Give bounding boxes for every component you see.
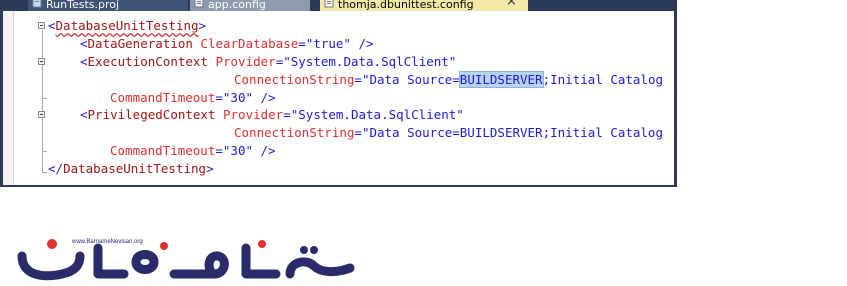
attribute-name: Provider: [223, 107, 284, 122]
close-icon[interactable]: ×: [506, 0, 517, 8]
code-line[interactable]: <PrivilegedContext Provider="System.Data…: [80, 106, 464, 123]
element-name: DatabaseUnitTesting: [63, 161, 207, 176]
logo-dot: [300, 246, 308, 254]
equals: =: [215, 143, 223, 158]
code-line[interactable]: <DatabaseUnitTesting>: [48, 17, 206, 34]
tab-label: app.config: [208, 0, 266, 11]
attribute-value: ;Initial Catalog: [542, 72, 664, 87]
code-line[interactable]: <DataGeneration ClearDatabase="true" />: [80, 35, 374, 52]
bracket: />: [350, 36, 374, 51]
element-name: ExecutionContext: [87, 54, 208, 69]
code-line[interactable]: ConnectionString="Data Source=BUILDSERVE…: [234, 71, 663, 88]
tab-label: thomja.dbunittest.config: [338, 0, 474, 11]
equals: =: [354, 125, 362, 140]
equals: =: [298, 36, 306, 51]
element-name: DatabaseUnitTesting: [55, 18, 199, 33]
selected-text[interactable]: BUILDSERVER: [458, 71, 544, 88]
config-file-icon: [194, 0, 204, 8]
bracket: />: [253, 90, 276, 105]
logo-dot: [310, 246, 318, 254]
attribute-value: "Data Source=: [361, 72, 460, 87]
attribute-value: "30": [222, 143, 253, 158]
fold-end-marker: [42, 98, 47, 99]
equals: =: [283, 107, 291, 122]
logo-dot: [47, 239, 57, 249]
fold-end-marker: [42, 172, 47, 173]
collapse-icon[interactable]: [38, 22, 45, 29]
bracket: />: [253, 143, 276, 158]
tab-thomja-dbunittest-config[interactable]: thomja.dbunittest.config ×: [320, 0, 528, 11]
attribute-name: CommandTimeout: [110, 143, 216, 158]
code-line[interactable]: <ExecutionContext Provider="System.Data.…: [80, 53, 456, 70]
bracket: <: [80, 54, 88, 69]
bracket: <: [80, 107, 88, 122]
bracket: >: [198, 18, 207, 33]
document-tab-strip: RunTests.proj app.config thomja.dbunitte…: [0, 0, 677, 11]
attribute-value: "System.Data.SqlClient": [283, 54, 457, 69]
attribute-name: CommandTimeout: [110, 90, 216, 105]
bracket: <: [48, 18, 56, 33]
editor-window: RunTests.proj app.config thomja.dbunitte…: [0, 0, 677, 187]
attribute-value: "System.Data.SqlClient": [290, 107, 464, 122]
collapse-icon[interactable]: [38, 58, 45, 65]
editor-margin: [3, 11, 14, 185]
collapse-icon[interactable]: [38, 111, 45, 118]
equals: =: [354, 72, 362, 87]
tab-runtests-proj[interactable]: RunTests.proj: [28, 0, 188, 11]
bracket: >: [206, 161, 214, 176]
attribute-value: "30": [222, 90, 253, 105]
bracket: </: [48, 161, 64, 176]
code-line[interactable]: ConnectionString="Data Source=BUILDSERVE…: [234, 124, 663, 141]
attribute-name: Provider: [215, 54, 276, 69]
equals: =: [215, 90, 223, 105]
attribute-name: ConnectionString: [234, 125, 355, 140]
attribute-value: "Data Source=BUILDSERVER;Initial Catalog: [361, 125, 663, 140]
bracket: <: [80, 36, 88, 51]
attribute-name: ClearDatabase: [200, 36, 299, 51]
code-line[interactable]: CommandTimeout="30" />: [110, 142, 276, 159]
element-name: DataGeneration: [87, 36, 193, 51]
element-name: PrivilegedContext: [87, 107, 216, 122]
logo-dot: [160, 242, 168, 250]
code-editor[interactable]: <DatabaseUnitTesting> <DataGeneration Cl…: [3, 11, 674, 185]
logo-dot: [258, 240, 266, 248]
tab-label: RunTests.proj: [46, 0, 120, 11]
tab-app-config[interactable]: app.config: [190, 0, 310, 11]
project-file-icon: [32, 0, 42, 8]
attribute-value: "true": [305, 36, 351, 51]
fold-end-marker: [42, 151, 47, 152]
code-line[interactable]: </DatabaseUnitTesting>: [48, 160, 214, 177]
config-file-icon: [324, 0, 334, 8]
code-line[interactable]: CommandTimeout="30" />: [110, 89, 276, 106]
barnamenevisan-logo: [17, 239, 355, 281]
attribute-name: ConnectionString: [234, 72, 355, 87]
